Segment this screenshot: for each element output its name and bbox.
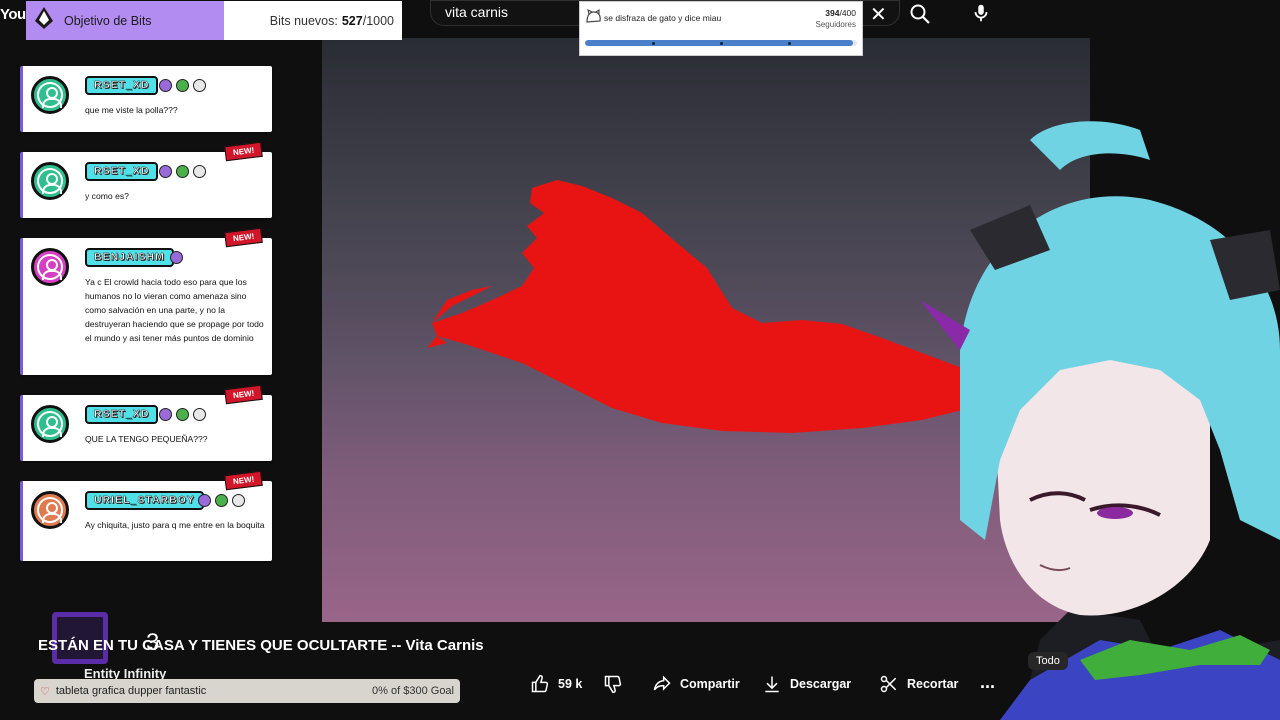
followers-goal-widget: se disfraza de gato y dice miau 394/400 … — [579, 1, 863, 56]
bits-goal-progress: Bits nuevos: 527/1000 — [224, 1, 402, 40]
clip-button[interactable]: Recortar — [879, 674, 958, 694]
avatar — [31, 248, 69, 286]
chat-message: RSET_XD que me viste la polla??? — [20, 66, 272, 132]
chat-message-text: que me viste la polla??? — [85, 105, 178, 115]
chat-message-text: Ay chiquita, justo para q me entre en la… — [85, 520, 265, 530]
donation-goal-bar: ♡ tableta grafica dupper fantastic 0% of… — [34, 679, 460, 703]
verified-badge-icon — [176, 408, 189, 421]
share-button[interactable]: Compartir — [652, 674, 740, 694]
progress-marker — [652, 42, 655, 45]
bits-goal-widget: Objetivo de Bits Bits nuevos: 527/1000 — [26, 1, 402, 40]
search-input[interactable]: vita carnis — [445, 4, 508, 20]
like-button[interactable]: 59 k — [530, 674, 582, 694]
verified-badge-icon — [215, 494, 228, 507]
verified-badge-icon — [176, 79, 189, 92]
chat-message-text: Ya c El crowld hacia todo eso para que l… — [85, 277, 264, 343]
avatar — [31, 491, 69, 529]
followers-count: 394/400 — [825, 8, 856, 18]
bits-icon — [34, 6, 54, 35]
youtube-logo[interactable]: You — [0, 6, 26, 23]
chat-message: NEW! RSET_XD y como es? — [20, 141, 272, 218]
like-count: 59 k — [558, 677, 583, 691]
donation-goal-title: tableta grafica dupper fantastic — [55, 685, 207, 697]
download-button[interactable]: Descargar — [762, 674, 851, 694]
prime-badge-icon — [193, 79, 206, 92]
heart-icon: ♡ — [40, 685, 50, 698]
chat-username[interactable]: BENJAISHM — [85, 248, 174, 267]
thumbs-up-icon — [531, 674, 549, 693]
new-tag: NEW! — [223, 384, 263, 405]
sub-badge-icon — [159, 165, 172, 178]
chat-message: NEW! BENJAISHM Ya c El crowld hacia todo… — [20, 227, 272, 375]
download-icon — [765, 676, 779, 693]
donation-goal-progress: 0% of $300 Goal — [372, 685, 454, 697]
new-tag: NEW! — [223, 470, 263, 491]
clip-label: Recortar — [907, 677, 959, 691]
followers-current: 394 — [825, 8, 840, 18]
sub-badge-icon — [170, 251, 183, 264]
followers-progress-fill — [585, 40, 853, 46]
new-tag: NEW! — [223, 141, 263, 162]
progress-marker — [788, 42, 791, 45]
progress-marker — [720, 42, 723, 45]
dislike-button[interactable] — [603, 674, 623, 694]
bits-goal-left: Objetivo de Bits — [26, 1, 224, 40]
download-label: Descargar — [790, 677, 852, 691]
chat-message-text: y como es? — [85, 191, 129, 201]
new-tag: NEW! — [223, 227, 263, 248]
followers-target: /400 — [839, 8, 856, 18]
search-icon[interactable] — [908, 2, 936, 26]
microphone-icon[interactable] — [970, 2, 992, 26]
share-label: Compartir — [680, 677, 740, 691]
sub-badge-icon — [198, 494, 211, 507]
clear-search-icon[interactable]: ✕ — [870, 2, 887, 27]
video-title: ESTÁN EN TU CASA Y TIENES QUE OCULTARTE … — [38, 637, 484, 654]
avatar — [31, 76, 69, 114]
bits-prefix: Bits nuevos: — [269, 13, 338, 28]
thumbs-down-icon — [604, 675, 622, 694]
bits-current: 527 — [341, 13, 363, 28]
cat-icon — [585, 8, 602, 29]
share-icon — [653, 675, 671, 691]
avatar — [31, 405, 69, 443]
prime-badge-icon — [193, 408, 206, 421]
chat-username[interactable]: RSET_XD — [85, 162, 159, 181]
sub-badge-icon — [159, 408, 172, 421]
avatar — [31, 162, 69, 200]
prime-badge-icon — [232, 494, 245, 507]
scissors-icon — [880, 675, 897, 693]
bits-goal-label: Objetivo de Bits — [64, 13, 152, 28]
followers-goal-title: se disfraza de gato y dice miau — [604, 13, 722, 23]
vtuber-avatar — [900, 120, 1280, 720]
followers-unit: Seguidores — [815, 20, 856, 29]
chat-username[interactable]: RSET_XD — [85, 405, 159, 424]
chat-message: NEW! URIEL_STARBOY Ay chiquita, justo pa… — [20, 470, 272, 561]
chat-message-text: QUE LA TENGO PEQUEÑA??? — [85, 434, 208, 444]
filter-chip-all[interactable]: Todo — [1028, 652, 1068, 670]
stream-screen: You vita carnis ✕ Objetivo de Bits Bits … — [0, 0, 1280, 720]
bits-target: /1000 — [362, 13, 394, 28]
sub-badge-icon — [159, 79, 172, 92]
chat-username[interactable]: RSET_XD — [85, 76, 159, 95]
chat-username[interactable]: URIEL_STARBOY — [85, 491, 204, 510]
chat-message: NEW! RSET_XD QUE LA TENGO PEQUEÑA??? — [20, 384, 272, 461]
more-options-icon[interactable]: ... — [980, 672, 995, 693]
verified-badge-icon — [176, 165, 189, 178]
prime-badge-icon — [193, 165, 206, 178]
